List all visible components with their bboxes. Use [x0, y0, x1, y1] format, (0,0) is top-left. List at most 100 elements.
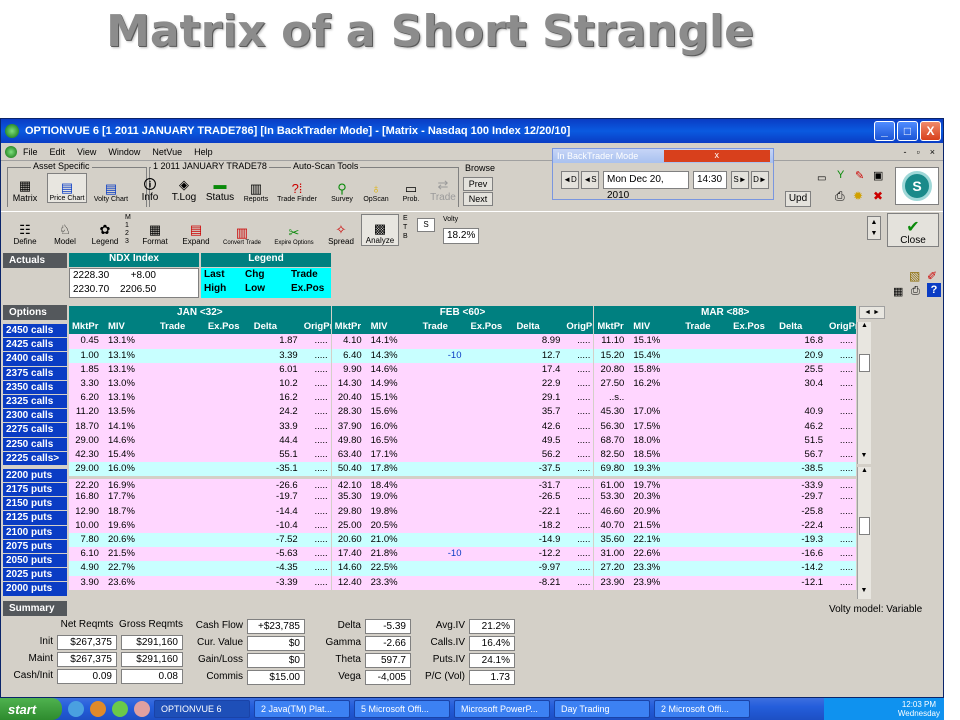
matrix-cell-origpr[interactable]: .....	[563, 490, 594, 505]
matrix-cell-mktpr[interactable]: 1.00	[69, 348, 105, 363]
matrix-cell-mktpr[interactable]: 37.90	[331, 419, 368, 434]
matrix-cell-expos[interactable]	[204, 533, 251, 548]
matrix-cell-delta[interactable]: 30.4	[776, 376, 827, 392]
matrix-cell-trade[interactable]	[156, 547, 205, 562]
matrix-cell-expos[interactable]	[730, 376, 777, 392]
matrix-cell-miv[interactable]: 19.8%	[367, 504, 420, 519]
matrix-cell-miv[interactable]: 18.0%	[630, 433, 683, 448]
matrix-cell-origpr[interactable]: .....	[826, 561, 857, 576]
price-chart-button[interactable]: ▤ Price Chart	[47, 173, 87, 203]
matrix-cell-mktpr[interactable]: 3.30	[69, 376, 105, 392]
matrix-cell-expos[interactable]	[467, 504, 514, 519]
matrix-cell-trade[interactable]	[419, 575, 468, 590]
matrix-cell-trade[interactable]	[682, 419, 731, 434]
matrix-cell-origpr[interactable]: .....	[563, 561, 594, 576]
matrix-cell-delta[interactable]: 17.4	[513, 362, 564, 377]
matrix-cell-origpr[interactable]: .....	[300, 405, 331, 420]
matrix-cell-delta[interactable]: 29.1	[513, 391, 564, 406]
matrix-cell-mktpr[interactable]: 4.10	[331, 334, 368, 349]
matrix-cell-trade[interactable]	[419, 376, 468, 392]
matrix-cell-miv[interactable]: 19.0%	[367, 490, 420, 505]
back-day-button[interactable]: ◄D	[561, 171, 579, 189]
row-label[interactable]: 2050 puts	[3, 554, 67, 569]
note-icon[interactable]: ▣	[873, 169, 883, 182]
matrix-cell-origpr[interactable]: .....	[300, 419, 331, 434]
minimize-button[interactable]: _	[874, 121, 895, 141]
matrix-cell-expos[interactable]	[467, 433, 514, 448]
matrix-cell-expos[interactable]	[467, 348, 514, 363]
row-label[interactable]: 2325 calls	[3, 394, 67, 410]
expire-options-button[interactable]: ✂ Expire Options	[269, 214, 319, 247]
matrix-cell-expos[interactable]	[467, 419, 514, 434]
matrix-cell-expos[interactable]	[204, 447, 251, 463]
matrix-cell-trade[interactable]	[682, 561, 731, 576]
matrix-cell-delta[interactable]: -5.63	[250, 547, 301, 562]
matrix-cell-trade[interactable]	[682, 547, 731, 562]
matrix-cell-expos[interactable]	[467, 479, 514, 491]
format-button[interactable]: ▦ Format	[137, 214, 173, 247]
monitor-icon[interactable]: ▭	[817, 173, 826, 184]
matrix-cell-mktpr[interactable]: 29.00	[69, 433, 105, 448]
prob-button[interactable]: ▭ Prob.	[397, 173, 425, 204]
matrix-cell-trade[interactable]	[419, 391, 468, 406]
matrix-cell-origpr[interactable]: .....	[563, 362, 594, 377]
matrix-cell-delta[interactable]: -12.1	[776, 575, 827, 590]
matrix-cell-trade[interactable]	[419, 419, 468, 434]
matrix-cell-mktpr[interactable]: 16.80	[69, 490, 105, 505]
matrix-cell-mktpr[interactable]: 22.20	[69, 479, 105, 491]
row-label[interactable]: 2200 puts	[3, 468, 67, 484]
row-label[interactable]: 2225 calls>	[3, 451, 67, 466]
matrix-cell-expos[interactable]	[204, 376, 251, 392]
row-label[interactable]: 2075 puts	[3, 539, 67, 554]
matrix-cell-origpr[interactable]: .....	[300, 479, 331, 491]
matrix-cell-expos[interactable]	[204, 362, 251, 377]
matrix-cell-origpr[interactable]: .....	[563, 518, 594, 533]
matrix-cell-delta[interactable]: 20.9	[776, 348, 827, 363]
matrix-cell-mktpr[interactable]: 69.80	[594, 462, 631, 477]
matrix-cell-expos[interactable]	[467, 490, 514, 505]
matrix-cell-origpr[interactable]: .....	[300, 433, 331, 448]
help-icon[interactable]: ?	[927, 283, 941, 297]
matrix-cell-delta[interactable]: -31.7	[513, 479, 564, 491]
matrix-cell-trade[interactable]	[682, 518, 731, 533]
chart-tool-icon[interactable]: ▧	[909, 269, 920, 283]
matrix-cell-delta[interactable]: -14.4	[250, 504, 301, 519]
matrix-cell-expos[interactable]	[467, 362, 514, 377]
matrix-cell-miv[interactable]: 18.5%	[630, 447, 683, 463]
matrix-cell-origpr[interactable]: .....	[826, 462, 857, 477]
matrix-cell-mktpr[interactable]: ..s..	[594, 391, 631, 406]
scroll-up-arrow[interactable]: ▲	[858, 467, 871, 479]
matrix-cell-origpr[interactable]: .....	[300, 504, 331, 519]
matrix-cell-trade[interactable]	[419, 561, 468, 576]
delete-icon[interactable]: ✖	[873, 189, 883, 203]
matrix-cell-delta[interactable]: 16.8	[776, 334, 827, 349]
survey-button[interactable]: ⚲ Survey	[327, 173, 357, 204]
matrix-cell-trade[interactable]	[419, 362, 468, 377]
matrix-cell-origpr[interactable]: .....	[826, 490, 857, 505]
clock[interactable]: 12:03 PM Wednesday	[898, 700, 940, 718]
matrix-cell-miv[interactable]: 20.9%	[630, 504, 683, 519]
matrix-cell-miv[interactable]: 21.0%	[367, 533, 420, 548]
expand-button[interactable]: ▤ Expand	[177, 214, 215, 247]
matrix-cell-expos[interactable]	[467, 462, 514, 477]
matrix-cell-trade[interactable]	[682, 334, 731, 349]
matrix-cell-miv[interactable]: 20.6%	[104, 533, 157, 548]
matrix-cell-delta[interactable]: 33.9	[250, 419, 301, 434]
matrix-cell-trade[interactable]	[682, 533, 731, 548]
matrix-cell-origpr[interactable]: .....	[563, 462, 594, 477]
matrix-cell-expos[interactable]	[204, 334, 251, 349]
mdi-minimize-button[interactable]: -	[904, 147, 907, 157]
taskbar-task[interactable]: 5 Microsoft Offi...	[354, 700, 450, 718]
matrix-cell-trade[interactable]	[156, 433, 205, 448]
matrix-cell-trade[interactable]	[682, 447, 731, 463]
menu-edit[interactable]: Edit	[50, 147, 66, 157]
matrix-cell-miv[interactable]: 13.1%	[104, 362, 157, 377]
matrix-cell-delta[interactable]: 55.1	[250, 447, 301, 463]
matrix-cell-origpr[interactable]: .....	[300, 575, 331, 590]
matrix-cell-expos[interactable]	[730, 419, 777, 434]
matrix-cell-miv[interactable]: 15.4%	[630, 348, 683, 363]
reports-button[interactable]: ▥ Reports	[241, 173, 271, 204]
matrix-cell-origpr[interactable]: .....	[826, 376, 857, 392]
matrix-cell-expos[interactable]	[204, 405, 251, 420]
matrix-cell-trade[interactable]	[156, 504, 205, 519]
